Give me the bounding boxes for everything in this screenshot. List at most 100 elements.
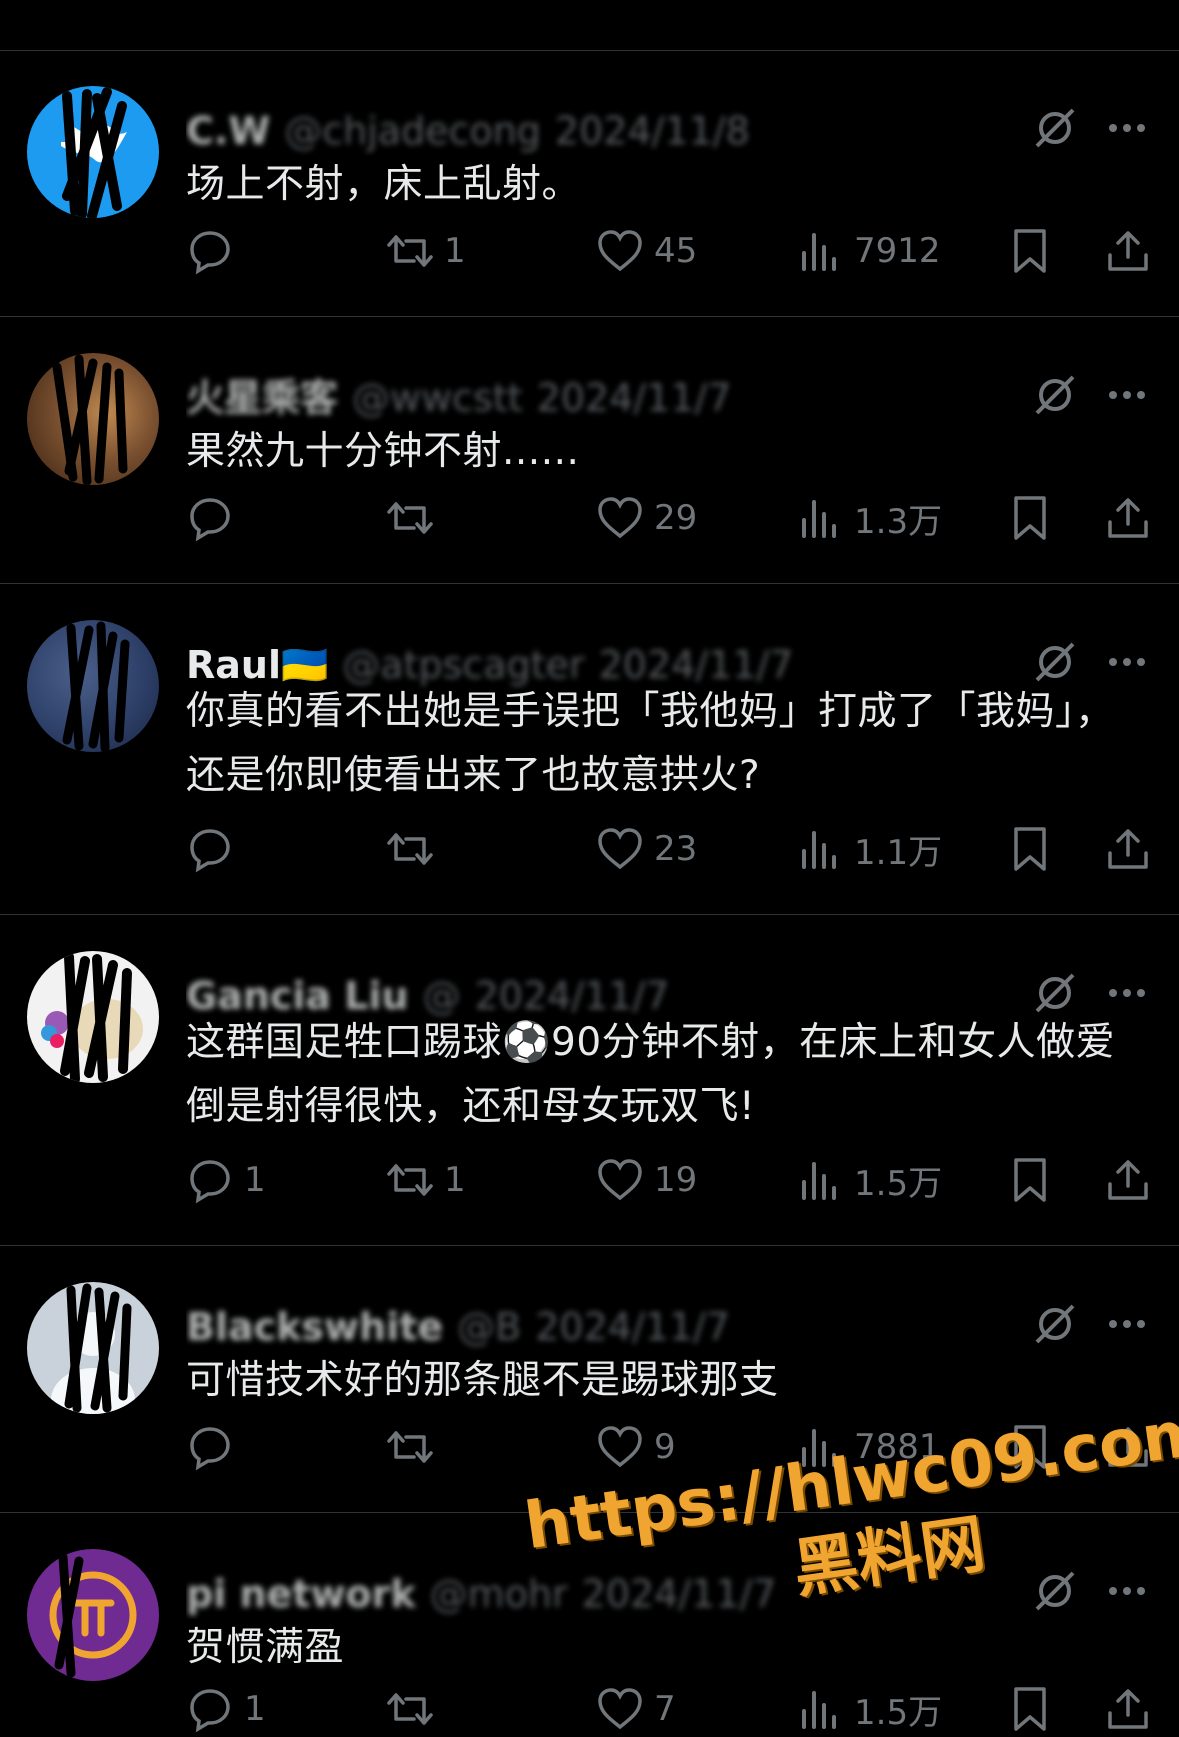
share-icon (1108, 1160, 1148, 1200)
heart-icon (598, 497, 642, 539)
reply-icon (190, 231, 230, 275)
reply-button[interactable] (186, 821, 244, 877)
bookmark-button[interactable] (1006, 1681, 1054, 1737)
reply-icon (190, 1689, 230, 1733)
bookmark-icon (1014, 827, 1046, 871)
tweet-header: 火星乘客 @wwcstt 2024/11/7 (186, 373, 1019, 423)
reply-button[interactable]: 1 (186, 1152, 266, 1208)
bookmark-button[interactable] (1006, 223, 1054, 279)
tweet-header: Blackswhite @B 2024/11/7 (186, 1302, 1019, 1352)
avatar[interactable] (27, 1549, 159, 1681)
author-handle[interactable]: @B (457, 1305, 521, 1349)
top-divider (0, 0, 1179, 51)
bookmark-icon (1014, 229, 1046, 273)
like-count: 9 (654, 1427, 676, 1467)
share-button[interactable] (1104, 223, 1152, 279)
author-name[interactable]: Blackswhite (186, 1305, 443, 1349)
retweet-button[interactable] (386, 490, 444, 546)
views-button[interactable]: 1.5万 (796, 1681, 942, 1737)
avatar[interactable] (27, 1282, 159, 1414)
tweet-date: 2024/11/7 (535, 1305, 731, 1349)
reply-tweet[interactable]: Raul🇺🇦 @atpscagter 2024/11/7 你真的看不出她是手误把「我… (0, 584, 1179, 915)
author-name[interactable]: 火星乘客 (186, 376, 338, 420)
avatar[interactable] (27, 86, 159, 218)
views-icon (802, 1691, 836, 1729)
reply-icon (190, 1160, 230, 1204)
retweet-count: 1 (444, 231, 466, 271)
retweet-icon (387, 235, 433, 267)
tweet-actions: 1 1 19 1.5万 (186, 1152, 1159, 1208)
author-handle[interactable]: @chjadecong (284, 109, 541, 153)
retweet-button[interactable] (386, 1419, 444, 1475)
views-count: 1.3万 (854, 501, 943, 542)
retweet-button[interactable]: 1 (386, 1152, 466, 1208)
grok-icon[interactable] (1033, 640, 1077, 684)
heart-icon (598, 1159, 642, 1201)
views-count: 1.5万 (854, 1163, 943, 1204)
more-icon[interactable] (1105, 1302, 1149, 1346)
tweet-text: 你真的看不出她是手误把「我他妈」打成了「我妈」，还是你即使看出来了也故意拱火? (186, 689, 1115, 798)
like-button[interactable]: 9 (596, 1419, 676, 1475)
retweet-button[interactable] (386, 1681, 444, 1737)
share-button[interactable] (1104, 821, 1152, 877)
like-button[interactable]: 45 (596, 223, 697, 279)
like-button[interactable]: 29 (596, 490, 697, 546)
retweet-icon (387, 502, 433, 534)
bookmark-button[interactable] (1006, 1152, 1054, 1208)
views-button[interactable]: 7912 (796, 223, 941, 279)
more-icon[interactable] (1105, 971, 1149, 1015)
retweet-icon (387, 1164, 433, 1196)
retweet-button[interactable]: 1 (386, 223, 466, 279)
reply-button[interactable] (186, 490, 244, 546)
share-icon (1108, 231, 1148, 271)
more-icon[interactable] (1105, 640, 1149, 684)
share-icon (1108, 829, 1148, 869)
reply-button[interactable]: 1 (186, 1681, 266, 1737)
tweet-actions: 29 1.3万 (186, 490, 1159, 546)
views-button[interactable]: 1.1万 (796, 821, 942, 877)
share-button[interactable] (1104, 1152, 1152, 1208)
reply-icon (190, 829, 230, 873)
author-handle[interactable]: @wwcstt (352, 376, 523, 420)
reply-button[interactable] (186, 1419, 244, 1475)
reply-button[interactable] (186, 223, 244, 279)
reply-tweet[interactable]: C.W @chjadecong 2024/11/8 场上不射，床上乱射。 1 45 … (0, 50, 1179, 317)
tweet-header: C.W @chjadecong 2024/11/8 (186, 106, 1019, 156)
reply-icon (190, 1427, 230, 1471)
grok-icon[interactable] (1033, 971, 1077, 1015)
retweet-button[interactable] (386, 821, 444, 877)
like-count: 29 (654, 498, 698, 538)
share-button[interactable] (1104, 490, 1152, 546)
reply-tweet[interactable]: Gancia Liu @2024/11/7 这群国足牲口踢球⚽90分钟不射，在床上… (0, 915, 1179, 1246)
author-name[interactable]: C.W (186, 109, 270, 153)
avatar[interactable] (27, 620, 159, 752)
like-button[interactable]: 19 (596, 1152, 697, 1208)
retweet-icon (387, 1431, 433, 1463)
tweet-actions: 23 1.1万 (186, 821, 1159, 877)
bookmark-button[interactable] (1006, 490, 1054, 546)
more-icon[interactable] (1105, 106, 1149, 150)
views-button[interactable]: 1.5万 (796, 1152, 942, 1208)
like-button[interactable]: 23 (596, 821, 697, 877)
bookmark-button[interactable] (1006, 821, 1054, 877)
share-icon (1108, 1689, 1148, 1729)
views-count: 1.1万 (854, 832, 943, 873)
retweet-count: 1 (444, 1160, 466, 1200)
share-button[interactable] (1104, 1681, 1152, 1737)
reply-tweet[interactable]: 火星乘客 @wwcstt 2024/11/7 果然九十分钟不射...... 29 1… (0, 317, 1179, 584)
views-button[interactable]: 1.3万 (796, 490, 942, 546)
grok-icon[interactable] (1033, 373, 1077, 417)
grok-icon[interactable] (1033, 1302, 1077, 1346)
views-icon (802, 233, 836, 271)
reply-count: 1 (244, 1160, 266, 1200)
reply-count: 1 (244, 1689, 266, 1729)
views-count: 7912 (854, 231, 941, 271)
views-icon (802, 831, 836, 869)
avatar[interactable] (27, 353, 159, 485)
author-name[interactable]: pi network (186, 1572, 416, 1616)
avatar[interactable] (27, 951, 159, 1083)
grok-icon[interactable] (1033, 106, 1077, 150)
views-icon (802, 1162, 836, 1200)
more-icon[interactable] (1105, 373, 1149, 417)
reply-icon (190, 498, 230, 542)
